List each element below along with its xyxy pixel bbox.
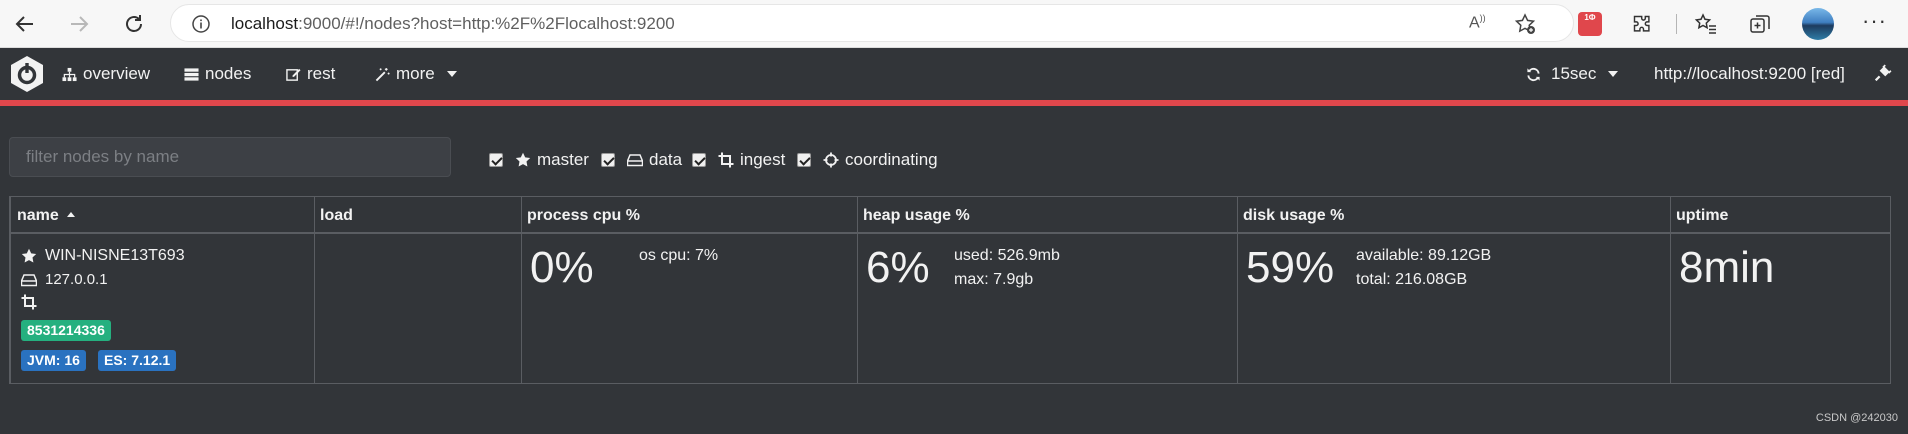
- header-name-sort[interactable]: name: [17, 207, 76, 225]
- info-icon[interactable]: [191, 14, 211, 34]
- address-bar[interactable]: localhost:9000/#!/nodes?host=http:%2F%2F…: [170, 4, 1574, 42]
- nav-rest[interactable]: rest: [286, 64, 335, 84]
- jvm-version-badge: JVM: 16: [21, 350, 86, 371]
- node-id-badge: 8531214336: [21, 320, 111, 341]
- filter-ingest-label: ingest: [740, 150, 786, 169]
- header-uptime: uptime: [1676, 207, 1729, 224]
- watermark-text: CSDN @242030: [1815, 412, 1898, 424]
- checkbox-checked[interactable]: [601, 153, 615, 167]
- header-load: load: [320, 207, 353, 224]
- column-cpu: process cpu % 0% os cpu: 7%: [521, 197, 857, 383]
- hdd-icon: [627, 154, 643, 167]
- edit-icon: [286, 68, 301, 81]
- disk-available-value: available: 89.12GB: [1356, 247, 1492, 264]
- extensions-puzzle-icon[interactable]: [1630, 12, 1654, 36]
- cluster-status-bar: [0, 100, 1908, 106]
- os-cpu-value: os cpu: 7%: [639, 247, 719, 264]
- node-name-row: WIN-NISNE13T693: [21, 247, 185, 265]
- disconnect-plug-icon[interactable]: [1874, 64, 1892, 82]
- crop-icon: [21, 294, 37, 310]
- browser-toolbar: localhost:9000/#!/nodes?host=http:%2F%2F…: [0, 0, 1908, 48]
- checkbox-checked[interactable]: [692, 153, 706, 167]
- chevron-down-icon: [446, 71, 457, 77]
- filter-data-checkbox[interactable]: data: [601, 150, 682, 170]
- disk-usage-value: 59%: [1246, 243, 1335, 292]
- nav-overview[interactable]: overview: [62, 64, 150, 84]
- node-ip-row: 127.0.0.1: [21, 271, 108, 288]
- column-name: name WIN-NISNE13T693 127.0.0.1 853121433…: [10, 197, 314, 383]
- header-heap: heap usage %: [863, 207, 970, 224]
- es-version-badge: ES: 7.12.1: [98, 350, 177, 371]
- crosshairs-icon: [823, 152, 839, 168]
- uptime-value: 8min: [1679, 243, 1775, 292]
- node-name[interactable]: WIN-NISNE13T693: [45, 247, 185, 265]
- column-load: load: [314, 197, 521, 383]
- collections-icon[interactable]: [1748, 12, 1772, 36]
- reload-icon[interactable]: [117, 7, 151, 41]
- sort-asc-icon: [67, 212, 76, 217]
- star-icon: [21, 248, 37, 263]
- chevron-down-icon: [1608, 71, 1619, 77]
- back-icon[interactable]: [8, 7, 42, 41]
- process-cpu-value: 0%: [530, 243, 594, 292]
- cluster-host-text: http://localhost:9200 [red]: [1654, 64, 1845, 83]
- filter-ingest-checkbox[interactable]: ingest: [692, 150, 785, 170]
- filter-data-label: data: [649, 150, 683, 169]
- header-disk: disk usage %: [1243, 207, 1345, 224]
- refresh-interval-label: 15sec: [1551, 64, 1597, 83]
- extension-icon[interactable]: 1Ф: [1578, 12, 1602, 36]
- hdd-icon: [21, 273, 37, 286]
- url-text[interactable]: localhost:9000/#!/nodes?host=http:%2F%2F…: [231, 14, 675, 34]
- favorite-add-icon[interactable]: [1513, 12, 1537, 36]
- filter-coordinating-label: coordinating: [845, 150, 938, 169]
- filter-coordinating-checkbox[interactable]: coordinating: [797, 150, 938, 170]
- cerebro-logo-icon[interactable]: [8, 55, 46, 93]
- disk-total-value: total: 216.08GB: [1356, 271, 1468, 288]
- nodes-table: name WIN-NISNE13T693 127.0.0.1 853121433…: [9, 196, 1891, 384]
- nav-more-label: more: [396, 64, 435, 83]
- magic-wand-icon: [375, 67, 390, 81]
- column-uptime: uptime 8min: [1670, 197, 1890, 383]
- node-ingest-row: [21, 294, 37, 310]
- column-disk: disk usage % 59% available: 89.12GB tota…: [1237, 197, 1670, 383]
- nav-rest-label: rest: [307, 64, 336, 83]
- nav-overview-label: overview: [83, 64, 151, 83]
- nav-nodes[interactable]: nodes: [184, 64, 251, 84]
- forward-icon[interactable]: [62, 7, 96, 41]
- nav-more-dropdown[interactable]: more: [375, 64, 457, 84]
- favorites-icon[interactable]: [1694, 12, 1718, 36]
- more-options-icon[interactable]: ···: [1862, 8, 1887, 34]
- checkbox-checked[interactable]: [797, 153, 811, 167]
- column-heap: heap usage % 6% used: 526.9mb max: 7.9gb: [857, 197, 1237, 383]
- refresh-interval-dropdown[interactable]: 15sec: [1526, 64, 1619, 84]
- checkbox-checked[interactable]: [489, 153, 503, 167]
- crop-icon: [718, 152, 734, 168]
- filter-master-checkbox[interactable]: master: [489, 150, 589, 170]
- sitemap-icon: [62, 67, 77, 81]
- header-cpu: process cpu %: [527, 207, 640, 224]
- heap-max-value: max: 7.9gb: [954, 271, 1034, 288]
- node-ip: 127.0.0.1: [45, 271, 108, 288]
- filter-master-label: master: [537, 150, 589, 169]
- heap-usage-value: 6%: [866, 243, 930, 292]
- filter-nodes-input[interactable]: [9, 137, 451, 177]
- heap-used-value: used: 526.9mb: [954, 247, 1060, 264]
- cluster-host-label: http://localhost:9200 [red]: [1654, 64, 1845, 84]
- nav-nodes-label: nodes: [205, 64, 252, 83]
- toolbar-divider: [1676, 14, 1677, 34]
- server-icon: [184, 67, 199, 81]
- read-aloud-icon[interactable]: A)): [1469, 13, 1486, 32]
- profile-avatar[interactable]: [1802, 8, 1834, 40]
- star-icon: [515, 152, 531, 167]
- refresh-icon: [1527, 67, 1540, 81]
